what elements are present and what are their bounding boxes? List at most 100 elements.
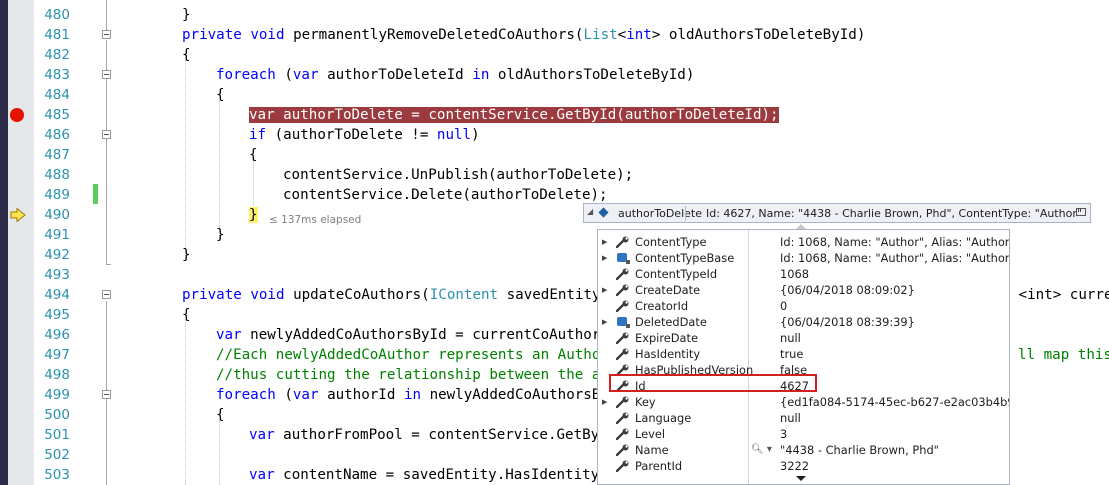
line-number: 501 xyxy=(44,427,70,443)
code-text: { xyxy=(216,87,225,103)
property-name: Key xyxy=(635,395,656,409)
code-text: var authorFromPool = contentService.GetB… xyxy=(249,427,600,443)
line-number: 495 xyxy=(44,307,70,323)
expand-icon[interactable]: ▶ xyxy=(602,314,607,330)
property-row[interactable]: HasIdentity true xyxy=(598,346,1009,362)
code-text: } xyxy=(182,247,191,263)
property-value[interactable]: true xyxy=(780,346,803,362)
property-row[interactable]: ContentTypeId 1068 xyxy=(598,266,1009,282)
datatip-properties-panel[interactable]: ▶ ContentType Id: 1068, Name: "Author", Al… xyxy=(597,229,1010,485)
property-value[interactable]: Id: 1068, Name: "Author", Alias: "Author… xyxy=(780,234,1009,250)
pin-icon[interactable] xyxy=(1076,208,1086,216)
property-name: ContentType xyxy=(635,235,707,249)
code-line: 483 foreach (var authorToDeleteId in oldA… xyxy=(0,65,1109,85)
datatip-header[interactable]: ◢ authorToDelete Id: 4627, Name: "4438 -… xyxy=(583,203,1091,223)
property-value[interactable]: null xyxy=(780,410,801,426)
property-row[interactable]: ▶ CreateDate {06/04/2018 08:09:02} xyxy=(598,282,1009,298)
code-line: 484 { xyxy=(0,85,1109,105)
wrench-icon xyxy=(616,268,629,280)
divider xyxy=(685,206,686,221)
property-value[interactable]: {ed1fa084-5174-45ec-b627-e2ac03b4b99b} xyxy=(780,394,1009,410)
code-text: //Each newlyAddedCoAuthor represents an … xyxy=(216,347,601,363)
property-value[interactable]: 3222 xyxy=(780,458,809,474)
code-line: 489 contentService.Delete(authorToDelete)… xyxy=(0,185,1109,205)
code-text: var authorToDelete = contentService.GetB… xyxy=(249,105,779,125)
line-number: 492 xyxy=(44,247,70,263)
property-row[interactable]: ▶ ContentType Id: 1068, Name: "Author", Al… xyxy=(598,234,1009,250)
property-row[interactable]: Language null xyxy=(598,410,1009,426)
property-row[interactable]: ▶ ContentTypeBase Id: 1068, Name: "Author"… xyxy=(598,250,1009,266)
wrench-icon xyxy=(616,332,629,344)
expand-icon[interactable]: ▶ xyxy=(602,394,607,410)
property-name: ContentTypeBase xyxy=(635,251,735,265)
line-number: 491 xyxy=(44,227,70,243)
collapse-toggle[interactable] xyxy=(102,70,111,79)
code-line: 486 if (authorToDelete != null) xyxy=(0,125,1109,145)
property-value[interactable]: Id: 1068, Name: "Author", Alias: "Author… xyxy=(780,250,1009,266)
property-value[interactable]: 3 xyxy=(780,426,787,442)
line-number: 481 xyxy=(44,27,70,43)
line-number: 500 xyxy=(44,407,70,423)
property-name: CreateDate xyxy=(635,283,701,297)
property-row[interactable]: ▶ DeletedDate {06/04/2018 08:39:39} xyxy=(598,314,1009,330)
code-text-fragment: ll map this xyxy=(1018,347,1109,363)
collapse-toggle[interactable] xyxy=(102,130,111,139)
collapse-icon[interactable]: ◢ xyxy=(587,207,593,216)
annotation-highlight-box xyxy=(609,374,817,392)
code-line-breakpoint: 485 var authorToDelete = contentService.G… xyxy=(0,105,1109,125)
cube-icon xyxy=(617,317,630,328)
perf-tip-elapsed[interactable]: ≤ 137ms elapsed xyxy=(269,215,361,226)
datatip-variable-value[interactable]: Id: 4627, Name: "4438 - Charlie Brown, P… xyxy=(706,207,1082,220)
property-row[interactable]: ParentId 3222 xyxy=(598,458,1009,474)
property-row[interactable]: ▶ Key {ed1fa084-5174-45ec-b627-e2ac03b4b99… xyxy=(598,394,1009,410)
line-number: 498 xyxy=(44,367,70,383)
execution-pointer-icon[interactable] xyxy=(10,208,26,222)
code-text: contentService.Delete(authorToDelete); xyxy=(283,187,608,203)
property-row[interactable]: CreatorId 0 xyxy=(598,298,1009,314)
property-row[interactable]: ExpireDate null xyxy=(598,330,1009,346)
line-number: 480 xyxy=(44,7,70,23)
line-number: 499 xyxy=(44,387,70,403)
expand-icon[interactable]: ▶ xyxy=(602,234,607,250)
line-number: 494 xyxy=(44,287,70,303)
code-text: } xyxy=(182,7,191,23)
property-value[interactable]: {06/04/2018 08:39:39} xyxy=(780,314,915,330)
line-number: 503 xyxy=(44,467,70,483)
datatip-variable-name: authorToDelete xyxy=(618,207,702,220)
property-name: ContentTypeId xyxy=(635,267,718,281)
code-text: { xyxy=(249,147,258,163)
line-number: 488 xyxy=(44,167,70,183)
property-value[interactable]: 0 xyxy=(780,298,787,314)
wrench-icon xyxy=(616,236,629,248)
collapse-toggle[interactable] xyxy=(102,390,111,399)
wrench-icon xyxy=(616,428,629,440)
property-value[interactable]: null xyxy=(780,330,801,346)
wrench-icon xyxy=(616,348,629,360)
breakpoint-icon[interactable] xyxy=(10,108,24,122)
expand-icon[interactable]: ▶ xyxy=(602,250,607,266)
scroll-down-icon[interactable] xyxy=(796,476,806,481)
wrench-icon xyxy=(616,444,629,456)
code-text: var contentName = savedEntity.HasIdentit… xyxy=(249,467,600,483)
line-number: 490 xyxy=(44,207,70,223)
property-row[interactable]: Name 🔍︎ ▾ "4438 - Charlie Brown, Phd" xyxy=(598,442,1009,458)
code-text-fragment: <int> curren xyxy=(1018,287,1109,303)
code-text: { xyxy=(182,47,191,63)
expand-icon[interactable]: ▶ xyxy=(602,282,607,298)
line-number: 482 xyxy=(44,47,70,63)
text-visualizer-icon[interactable]: 🔍︎ ▾ xyxy=(751,442,772,458)
property-value[interactable]: 1068 xyxy=(780,266,809,282)
property-name: Name xyxy=(635,443,669,457)
code-text: private void updateCoAuthors(IContent sa… xyxy=(182,287,601,303)
line-number: 497 xyxy=(44,347,70,363)
code-text: } xyxy=(216,227,225,243)
line-number: 489 xyxy=(44,187,70,203)
property-value[interactable]: "4438 - Charlie Brown, Phd" xyxy=(780,442,939,458)
property-name: ParentId xyxy=(635,459,683,473)
property-row[interactable]: Level 3 xyxy=(598,426,1009,442)
line-number: 485 xyxy=(44,107,70,123)
collapse-toggle[interactable] xyxy=(102,30,111,39)
property-value[interactable]: {06/04/2018 08:09:02} xyxy=(780,282,915,298)
collapse-toggle[interactable] xyxy=(102,290,111,299)
wrench-icon xyxy=(616,300,629,312)
